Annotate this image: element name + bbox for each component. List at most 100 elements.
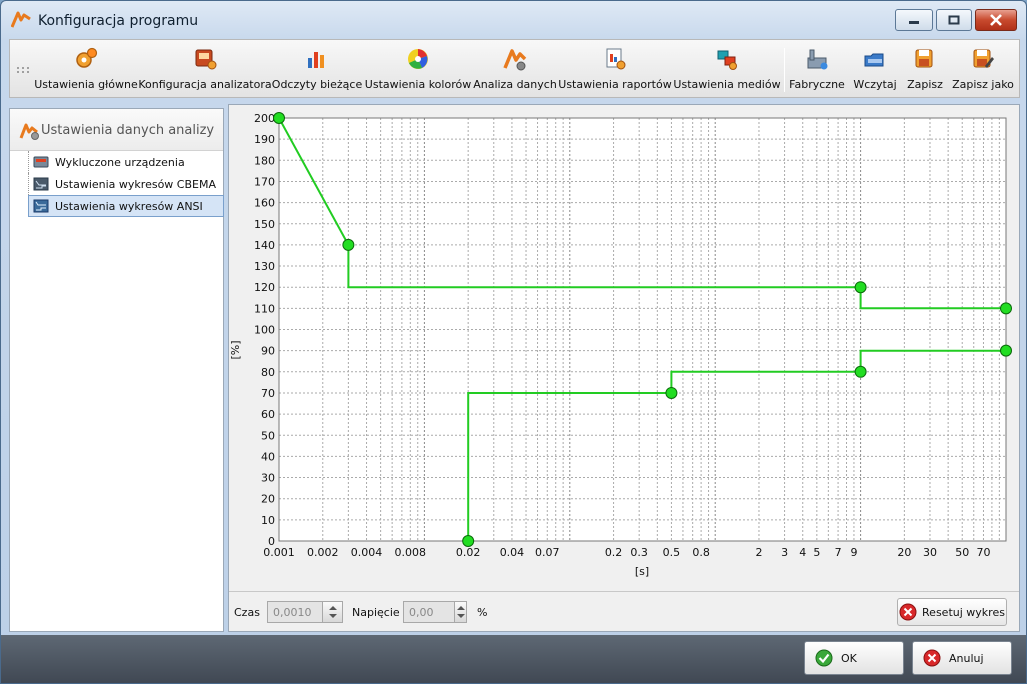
x-tick-label: 0.02 <box>456 546 481 559</box>
minimize-button[interactable] <box>895 9 933 31</box>
series-point <box>1000 344 1012 357</box>
ansi-chart-panel: 0 10 20 30 40 50 60 70 80 90 100 110 120 130 140 150 160… <box>228 104 1020 632</box>
y-tick-label: 20 <box>261 493 275 506</box>
load-icon <box>864 53 884 67</box>
series-point <box>273 112 285 124</box>
config-window: Konfiguracja programu Ustawienia główne <box>0 0 1027 684</box>
factory-icon <box>807 49 828 70</box>
data-analysis-icon <box>503 49 527 71</box>
time-spinner[interactable] <box>267 601 343 623</box>
y-tick-label: 140 <box>254 239 275 252</box>
save-icon <box>915 49 933 68</box>
toolbar-current-readings[interactable]: Odczyty bieżące <box>272 44 362 94</box>
report-settings-icon <box>606 48 626 70</box>
cancel-label: Anuluj <box>949 651 984 665</box>
ansi-chart-icon <box>33 199 49 213</box>
excluded-device-icon <box>33 156 49 168</box>
tree-item-ansi-settings[interactable]: Ustawienia wykresów ANSI <box>28 195 224 217</box>
cancel-button[interactable]: Anuluj <box>912 641 1012 675</box>
x-tick-label: 50 <box>955 546 969 559</box>
toolbar-data-analysis[interactable]: Analiza danych <box>473 44 557 94</box>
y-tick-label: 150 <box>254 218 275 231</box>
x-tick-label: 30 <box>923 546 937 559</box>
check-icon <box>815 649 833 667</box>
toolbar-grip-icon[interactable] <box>16 66 32 74</box>
y-tick-label: 130 <box>254 260 275 273</box>
x-tick-label: 0.04 <box>500 546 525 559</box>
x-tick-label: 0.002 <box>307 546 339 559</box>
toolbar-save[interactable]: Zapisz <box>904 44 946 94</box>
x-axis-label: [s] <box>635 565 649 578</box>
spin-arrows-icon <box>456 606 465 618</box>
close-button[interactable] <box>975 9 1017 31</box>
toolbar-media-settings[interactable]: Ustawienia mediów <box>673 44 781 94</box>
series-point <box>854 365 867 378</box>
x-tick-label: 0.008 <box>395 546 427 559</box>
cbema-chart-icon <box>33 177 49 191</box>
sidebar: Ustawienia danych analizy Wykluczone urz… <box>9 108 224 632</box>
ansi-chart[interactable]: 0102030405060708090100110120130140150160… <box>229 105 1019 591</box>
y-tick-label: 10 <box>261 514 275 527</box>
y-tick-label: 100 <box>254 324 275 337</box>
window-title: Konfiguracja programu <box>38 13 199 29</box>
time-spin-arrows-icon[interactable] <box>322 602 342 622</box>
x-tick-label: 0.8 <box>692 546 710 559</box>
toolbar-save-as[interactable]: Zapisz jako <box>950 44 1016 94</box>
toolbar-color-settings[interactable]: Ustawienia kolorów <box>365 44 471 94</box>
x-tick-label: 0.3 <box>630 546 648 559</box>
x-tick-label: 7 <box>835 546 842 559</box>
toolbar-main-settings[interactable]: Ustawienia główne <box>34 44 138 94</box>
y-tick-label: 180 <box>254 154 275 167</box>
y-tick-label: 160 <box>254 197 275 210</box>
time-input[interactable] <box>268 602 322 622</box>
reset-label: Resetuj wykres <box>922 605 1005 619</box>
settings-tree: Wykluczone urządzenia Ustawienia wykresó… <box>28 151 224 217</box>
color-wheel-icon <box>408 49 428 69</box>
gears-icon <box>76 47 98 68</box>
toolbar: Ustawienia główne Konfiguracja analizato… <box>9 39 1020 98</box>
y-tick-label: 90 <box>261 345 275 358</box>
chart-controls: Czas Napięcie % Resetuj wykres <box>229 591 1019 631</box>
x-tick-label: 0.2 <box>605 546 623 559</box>
voltage-input[interactable] <box>404 602 454 622</box>
x-tick-label: 0.001 <box>263 546 295 559</box>
toolbar-report-settings[interactable]: Ustawienia raportów <box>558 44 672 94</box>
voltage-spinner[interactable] <box>403 601 467 623</box>
tree-item-excluded-devices[interactable]: Wykluczone urządzenia <box>28 151 224 173</box>
x-tick-label: 2 <box>755 546 762 559</box>
x-tick-label: 9 <box>850 546 857 559</box>
minimize-icon <box>909 21 919 24</box>
reset-icon <box>899 603 917 621</box>
toolbar-separator <box>784 48 785 92</box>
time-label: Czas <box>234 606 260 619</box>
x-tick-label: 70 <box>976 546 990 559</box>
toolbar-load[interactable]: Wczytaj <box>850 44 900 94</box>
title-bar[interactable]: Konfiguracja programu <box>1 1 1026 37</box>
y-tick-label: 200 <box>254 112 275 125</box>
voltage-label: Napięcie <box>352 606 400 619</box>
sidebar-header: Ustawienia danych analizy <box>10 109 223 151</box>
bar-readings-icon <box>308 52 324 68</box>
ok-button[interactable]: OK <box>804 641 904 675</box>
x-tick-label: 0.5 <box>663 546 681 559</box>
y-tick-label: 50 <box>261 429 275 442</box>
y-tick-label: 120 <box>254 281 275 294</box>
x-tick-label: 0.004 <box>351 546 383 559</box>
voltage-spin-arrows-icon[interactable] <box>454 602 466 622</box>
tree-item-cbema-settings[interactable]: Ustawienia wykresów CBEMA <box>28 173 224 195</box>
reset-chart-button[interactable]: Resetuj wykres <box>897 598 1007 626</box>
x-tick-label: 4 <box>799 546 806 559</box>
cancel-icon <box>923 649 941 667</box>
series-point <box>342 238 355 251</box>
x-tick-label: 0.07 <box>535 546 560 559</box>
y-tick-label: 30 <box>261 472 275 485</box>
series-point <box>1000 302 1012 315</box>
y-tick-label: 190 <box>254 133 275 146</box>
maximize-icon <box>948 15 960 25</box>
x-tick-label: 5 <box>813 546 820 559</box>
y-axis-label: [%] <box>229 340 242 359</box>
y-tick-label: 170 <box>254 175 275 188</box>
maximize-button[interactable] <box>936 9 972 31</box>
toolbar-analyzer-config[interactable]: Konfiguracja analizatora <box>138 44 272 94</box>
toolbar-factory[interactable]: Fabryczne <box>788 44 846 94</box>
